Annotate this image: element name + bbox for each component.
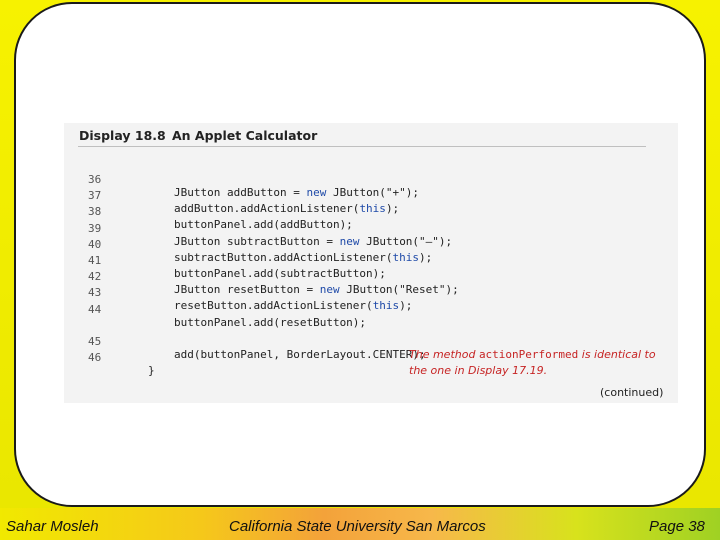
code-text: buttonPanel.add(addButton); xyxy=(174,218,353,232)
code-line: 43 resetButton.addActionListener(this); xyxy=(88,273,412,312)
line-number: 46 xyxy=(88,350,102,364)
code-listing: 36 JButton addButton = new JButton("+");… xyxy=(88,160,459,377)
line-number: 44 xyxy=(88,302,102,316)
code-text: } xyxy=(148,363,155,377)
code-line: 37 addButton.addActionListener(this); xyxy=(88,176,399,215)
code-line: 41 buttonPanel.add(subtractButton); xyxy=(88,241,386,280)
code-line: 40 subtractButton.addActionListener(this… xyxy=(88,225,432,264)
code-line: 45 add(buttonPanel, BorderLayout.CENTER)… xyxy=(88,322,426,361)
code-line: 36 JButton addButton = new JButton("+"); xyxy=(88,160,419,199)
code-text: JButton resetButton = new JButton("Reset… xyxy=(174,283,459,297)
annotation-note: The method actionPerformed is identical … xyxy=(409,347,659,379)
note-text: The method xyxy=(409,348,479,361)
code-text: addButton.addActionListener(this); xyxy=(174,202,400,216)
header-divider xyxy=(78,146,646,147)
code-line: 46 } xyxy=(88,338,155,377)
code-line: 38 buttonPanel.add(addButton); xyxy=(88,192,353,231)
code-text: JButton subtractButton = new JButton("—"… xyxy=(174,234,453,248)
continued-label: (continued) xyxy=(600,386,664,399)
code-text: buttonPanel.add(subtractButton); xyxy=(174,266,386,280)
display-title: An Applet Calculator xyxy=(172,128,318,143)
code-text: buttonPanel.add(resetButton); xyxy=(174,315,367,329)
code-line: 39 JButton subtractButton = new JButton(… xyxy=(88,209,452,248)
code-line: 42 JButton resetButton = new JButton("Re… xyxy=(88,257,459,296)
footer-page-number: Page 38 xyxy=(649,518,705,535)
code-text: subtractButton.addActionListener(this); xyxy=(174,250,433,264)
note-code: actionPerformed xyxy=(478,348,579,361)
footer-author: Sahar Mosleh xyxy=(6,518,99,535)
code-line: 44 buttonPanel.add(resetButton); xyxy=(88,290,366,329)
code-text: JButton addButton = new JButton("+"); xyxy=(174,186,420,199)
code-text: resetButton.addActionListener(this); xyxy=(174,299,413,313)
footer-institution: California State University San Marcos xyxy=(229,518,486,535)
code-text: add(buttonPanel, BorderLayout.CENTER); xyxy=(174,347,426,361)
display-label: Display 18.8 xyxy=(79,128,166,143)
